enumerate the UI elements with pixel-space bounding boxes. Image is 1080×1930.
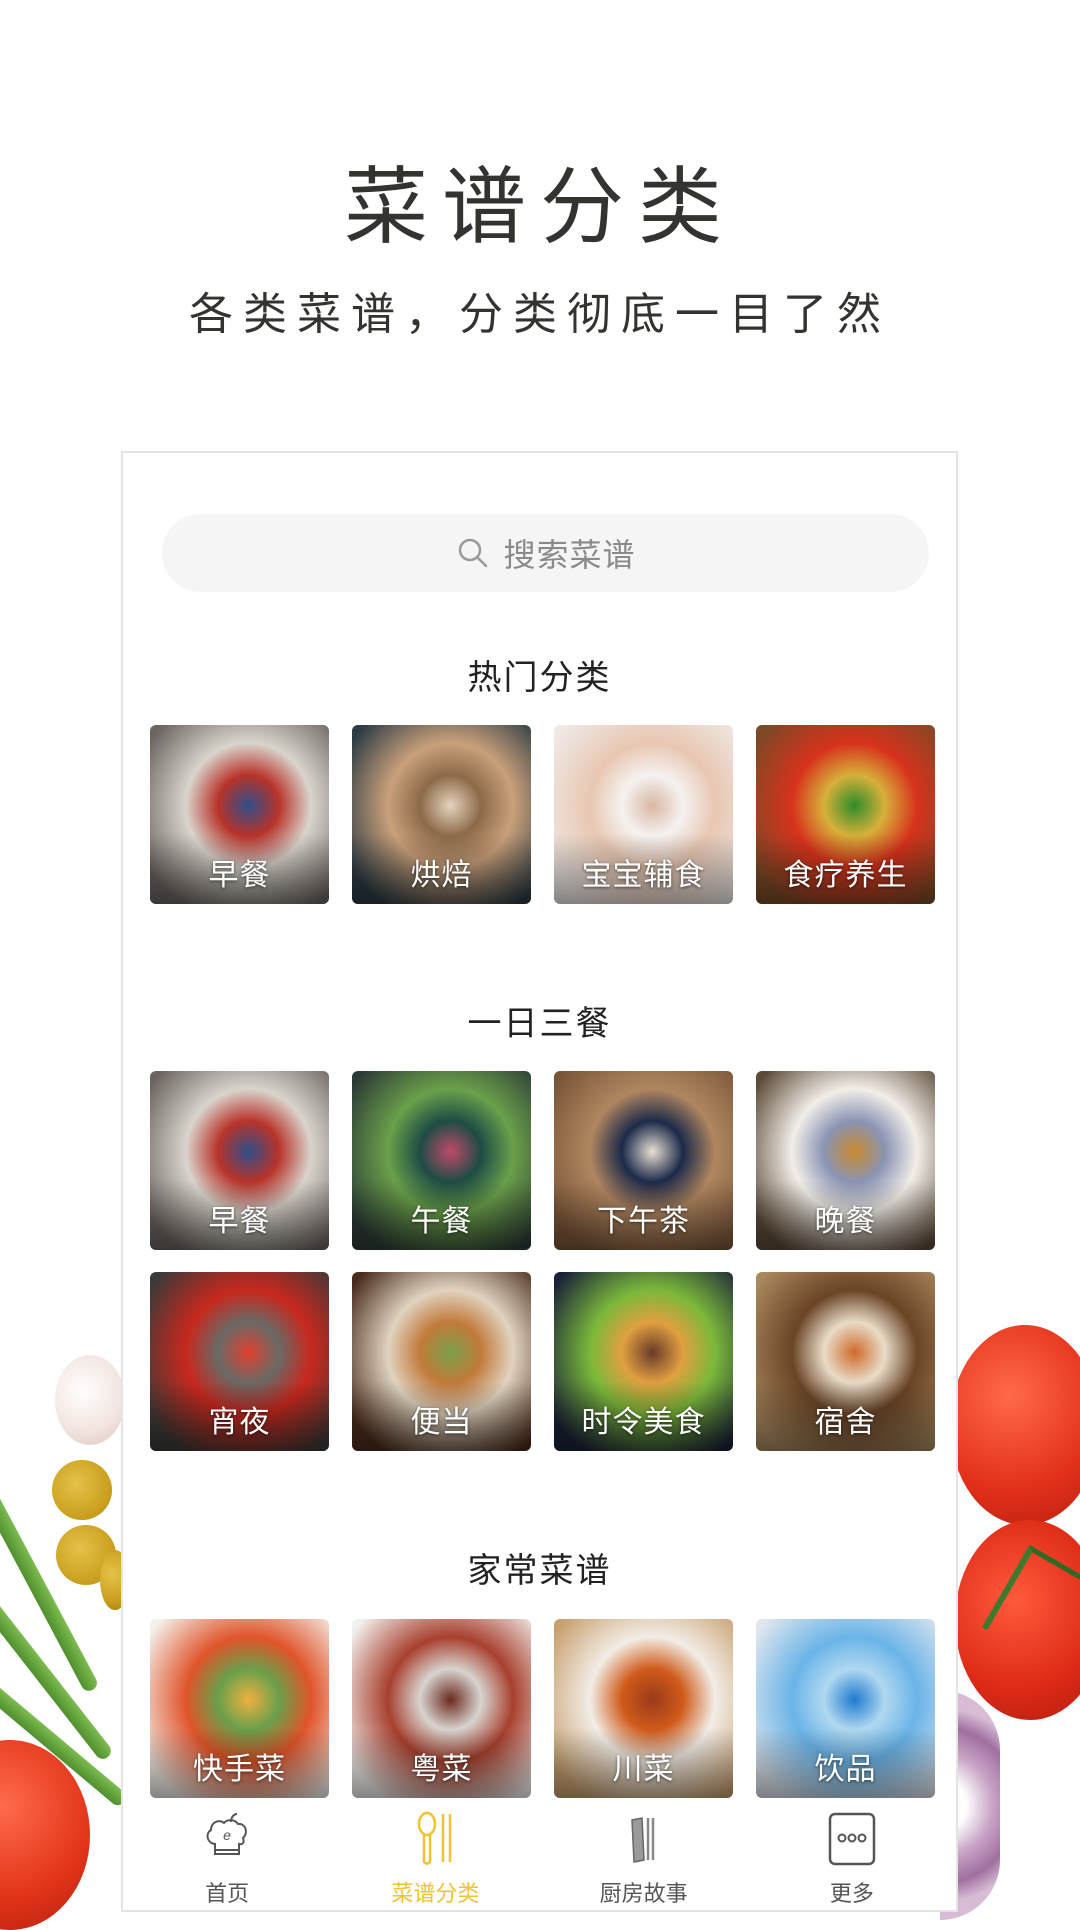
category-tile[interactable]: 晚餐 [756, 1071, 935, 1250]
page-subtitle: 各类菜谱，分类彻底一目了然 [189, 289, 891, 340]
category-tile[interactable]: 粤菜 [352, 1619, 531, 1798]
category-tile[interactable]: 食疗养生 [756, 725, 935, 904]
category-tile[interactable]: 烘焙 [352, 725, 531, 904]
hot-category-grid: 早餐 烘焙 宝宝辅食 食疗养生 [150, 725, 940, 904]
tab-more[interactable]: 更多 [748, 1802, 956, 1910]
category-tile[interactable]: 宵夜 [150, 1272, 329, 1451]
category-tile[interactable]: 宿舍 [756, 1272, 935, 1451]
home-category-grid: 快手菜 粤菜 川菜 饮品 [150, 1619, 940, 1798]
section-title-hot: 热门分类 [467, 658, 612, 698]
tab-home[interactable]: e 首页 [123, 1802, 331, 1910]
category-tile[interactable]: 便当 [352, 1272, 531, 1451]
section-title-home: 家常菜谱 [467, 1551, 612, 1591]
category-label: 粤菜 [410, 1752, 473, 1787]
category-label: 时令美食 [581, 1405, 706, 1440]
category-tile[interactable]: 下午茶 [554, 1071, 733, 1250]
olive-decor [52, 1460, 112, 1520]
section-title-meals: 一日三餐 [467, 1004, 612, 1044]
spoon-chopsticks-icon [418, 1811, 452, 1865]
tab-label: 厨房故事 [599, 1882, 688, 1907]
category-label: 宝宝辅食 [581, 858, 706, 893]
garlic-decor [55, 1355, 125, 1445]
tab-label: 更多 [829, 1882, 874, 1907]
category-label: 食疗养生 [783, 858, 908, 893]
category-tile[interactable]: 午餐 [352, 1071, 531, 1250]
chef-hat-icon: e [206, 1813, 248, 1855]
category-label: 宵夜 [208, 1405, 271, 1440]
category-label: 晚餐 [814, 1204, 877, 1239]
category-tile[interactable]: 宝宝辅食 [554, 725, 733, 904]
category-label: 下午茶 [597, 1204, 690, 1239]
search-placeholder: 搜索菜谱 [503, 536, 636, 574]
meals-category-grid: 早餐 午餐 下午茶 晚餐宵夜 便当 时令美食 宿舍 [150, 1071, 940, 1451]
scallion-decor [0, 1563, 115, 1763]
category-tile[interactable]: 时令美食 [554, 1272, 733, 1451]
category-tile[interactable]: 饮品 [756, 1619, 935, 1798]
tab-kitchen-stories[interactable]: 厨房故事 [540, 1802, 748, 1910]
tab-recipe-categories[interactable]: 菜谱分类 [331, 1802, 539, 1910]
more-icon [828, 1812, 876, 1866]
category-label: 午餐 [410, 1204, 473, 1239]
category-label: 饮品 [814, 1752, 877, 1787]
tomato-decor [950, 1325, 1080, 1525]
svg-text:e: e [223, 1827, 231, 1843]
category-label: 川菜 [612, 1752, 675, 1787]
category-label: 烘焙 [410, 858, 473, 893]
tab-label: 菜谱分类 [391, 1882, 480, 1907]
category-label: 快手菜 [193, 1752, 286, 1787]
category-label: 早餐 [208, 858, 271, 893]
category-tile[interactable]: 川菜 [554, 1619, 733, 1798]
search-bar[interactable]: 搜索菜谱 [162, 514, 929, 592]
search-icon [459, 538, 488, 568]
category-tile[interactable]: 早餐 [150, 725, 329, 904]
category-tile[interactable]: 快手菜 [150, 1619, 329, 1798]
category-tile[interactable]: 早餐 [150, 1071, 329, 1250]
bottom-tab-bar: e 首页 菜谱分类 厨房故事 更多 [123, 1802, 956, 1910]
category-label: 便当 [410, 1405, 473, 1440]
phone-screen-card: 搜索菜谱 热门分类 早餐 烘焙 宝宝辅食 食疗养生 一日三餐 早餐 午餐 下午茶 晚餐 宵夜便… [121, 451, 958, 1912]
category-label: 早餐 [208, 1204, 271, 1239]
tab-label: 首页 [205, 1882, 250, 1907]
page-title: 菜谱分类 [343, 158, 736, 256]
category-label: 宿舍 [814, 1405, 877, 1440]
books-icon [630, 1817, 654, 1863]
